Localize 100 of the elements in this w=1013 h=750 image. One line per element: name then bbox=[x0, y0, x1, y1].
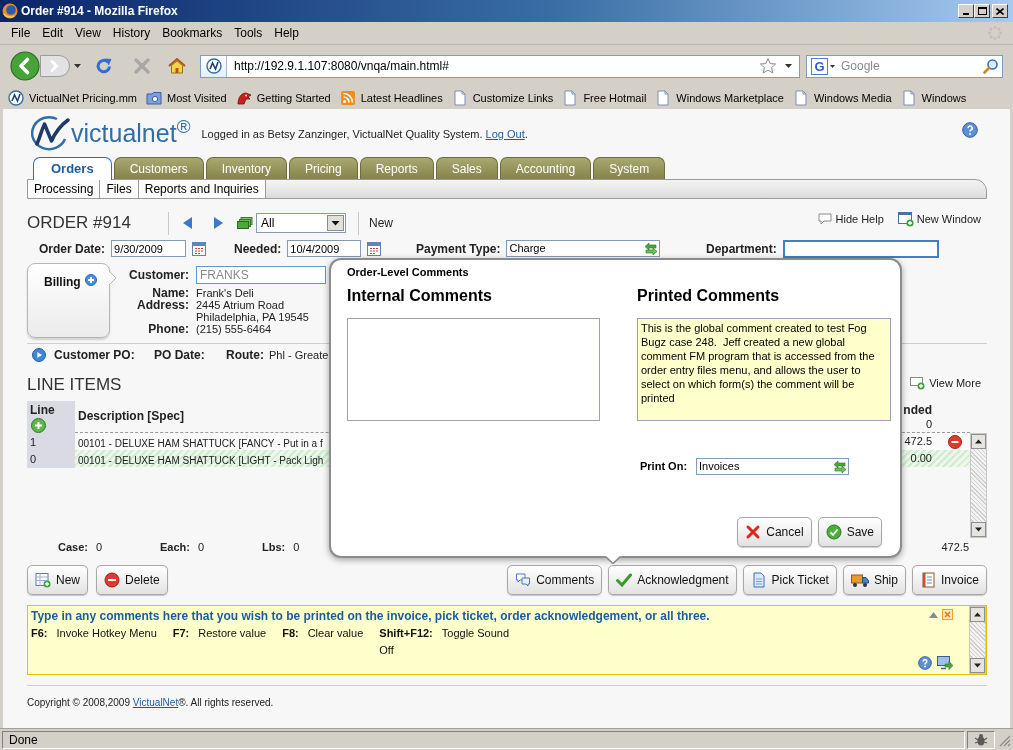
search-icon[interactable] bbox=[983, 58, 999, 74]
text-field[interactable] bbox=[782, 239, 939, 258]
logout-link[interactable]: Log Out bbox=[485, 128, 525, 141]
customer-field[interactable]: FRANKS bbox=[196, 266, 326, 284]
invoice-button[interactable]: Invoice bbox=[911, 565, 987, 595]
bookmark-link[interactable]: VictualNet Pricing.mm bbox=[8, 89, 137, 107]
swap-arrows-icon[interactable] bbox=[644, 241, 659, 256]
help-message: Type in any comments here that you wish to be printed on the invoice, pick ticket, order acknowledgement, or all three. bbox=[31, 609, 711, 624]
swap-arrows-icon[interactable] bbox=[833, 459, 848, 474]
scrollbar[interactable] bbox=[969, 606, 986, 674]
printed-comments-field[interactable]: This is the global comment created to test Fog Bugz case 248. Jeff created a new global comment FM program that is accessed from the order entry files menu, and allows the user to select on which form(s) the comment will be printed bbox=[637, 318, 891, 421]
lookup-field[interactable]: Charge bbox=[506, 240, 661, 257]
search-engine-button[interactable]: G bbox=[811, 57, 828, 75]
maximize-button[interactable] bbox=[974, 4, 990, 18]
dinosaur-head-icon bbox=[235, 90, 252, 106]
page-icon bbox=[655, 90, 672, 106]
column-header: nded bbox=[903, 403, 932, 417]
previous-arrow-icon[interactable] bbox=[183, 217, 193, 229]
menu-item[interactable]: View bbox=[69, 24, 107, 42]
section-heading: Printed Comments bbox=[637, 287, 781, 305]
acknowledgment-button[interactable]: Acknowledgment bbox=[608, 565, 737, 595]
bookmark-link[interactable]: Getting Started bbox=[235, 89, 331, 107]
field-label: Phone: bbox=[147, 323, 189, 335]
section-title: LINE ITEMS bbox=[27, 374, 122, 397]
subnav-tab[interactable]: Files bbox=[100, 180, 139, 198]
menu-item[interactable]: History bbox=[106, 24, 157, 42]
x-icon bbox=[745, 524, 762, 540]
company-link[interactable]: VictualNet bbox=[132, 697, 179, 708]
field-value: 0 bbox=[293, 539, 300, 555]
bookmark-link[interactable]: Latest Headlines bbox=[339, 89, 443, 107]
print-on-field[interactable]: Invoices bbox=[696, 458, 850, 475]
folder-icon bbox=[146, 90, 162, 106]
menu-item[interactable]: Tools bbox=[228, 24, 269, 42]
new-button[interactable]: New bbox=[27, 565, 88, 595]
field-value: Frank's Deli bbox=[196, 287, 255, 299]
order-title: ORDER #914 bbox=[27, 213, 131, 233]
search-field[interactable]: G Google bbox=[806, 54, 1003, 78]
bookmark-link[interactable]: Free Hotmail bbox=[562, 89, 647, 107]
scrollbar[interactable] bbox=[970, 433, 987, 538]
help-icon[interactable] bbox=[962, 122, 978, 138]
calendar-icon[interactable] bbox=[192, 241, 207, 256]
collapse-arrow-icon[interactable] bbox=[929, 611, 938, 618]
field-label: Needed: bbox=[234, 240, 282, 258]
date-field[interactable]: 9/30/2009 bbox=[111, 240, 187, 257]
close-button[interactable] bbox=[992, 4, 1008, 18]
grand-total: 472.5 bbox=[941, 539, 969, 555]
line-number: 1 bbox=[30, 435, 37, 451]
dropdown-arrow-icon[interactable] bbox=[830, 64, 835, 68]
save-button[interactable]: Save bbox=[817, 517, 882, 547]
plus-circle-icon[interactable] bbox=[84, 274, 97, 286]
home-icon[interactable] bbox=[168, 57, 186, 75]
minus-circle-icon[interactable] bbox=[948, 434, 962, 449]
field-label: Name: bbox=[151, 287, 189, 299]
nav-tab[interactable]: Orders bbox=[33, 157, 112, 180]
hide-help-link[interactable]: Hide Help bbox=[817, 211, 884, 228]
view-more-link[interactable]: View More bbox=[910, 374, 981, 392]
help-icon[interactable] bbox=[918, 656, 932, 670]
filter-select[interactable]: All bbox=[256, 213, 346, 233]
field-label: Case: bbox=[58, 539, 88, 555]
pick-ticket-button[interactable]: Pick Ticket bbox=[742, 565, 837, 595]
checkmark-icon bbox=[616, 572, 633, 588]
address-bar[interactable]: http://192.9.1.107:8080/vnqa/main.html# bbox=[200, 54, 800, 78]
dropdown-arrow-icon[interactable] bbox=[74, 64, 81, 68]
dialog-title: Order-Level Comments bbox=[347, 266, 470, 279]
bookmark-link[interactable]: Windows bbox=[900, 89, 967, 107]
field-value: 0 bbox=[197, 539, 205, 555]
bookmark-link[interactable]: Customize Links bbox=[451, 89, 554, 107]
next-arrow-icon[interactable] bbox=[213, 217, 223, 229]
ship-button[interactable]: Ship bbox=[842, 565, 906, 595]
hotkey-key: F8: bbox=[282, 625, 308, 642]
subnav-tab[interactable]: Reports and Inquiries bbox=[138, 180, 266, 198]
window-title: Order #914 - Mozilla Firefox bbox=[21, 3, 178, 20]
menu-item[interactable]: Bookmarks bbox=[156, 24, 229, 42]
new-window-link[interactable]: New Window bbox=[897, 211, 981, 228]
minimize-button[interactable] bbox=[958, 4, 974, 18]
menu-item[interactable]: File bbox=[5, 24, 37, 42]
menu-item[interactable]: Edit bbox=[36, 24, 70, 42]
plus-circle-icon[interactable] bbox=[31, 418, 46, 433]
cancel-button[interactable]: Cancel bbox=[737, 517, 812, 547]
copyright-text: Copyright © 2008,2009 VictualNet®. All rights reserved. bbox=[27, 697, 275, 709]
notebook-icon bbox=[919, 572, 936, 588]
date-field[interactable]: 10/4/2009 bbox=[287, 240, 362, 257]
section-heading: Internal Comments bbox=[347, 287, 493, 305]
comments-button[interactable]: Comments bbox=[507, 565, 603, 595]
internal-comments-field[interactable] bbox=[347, 318, 600, 421]
back-icon[interactable] bbox=[10, 51, 40, 81]
delete-button[interactable]: Delete bbox=[96, 565, 168, 595]
bookmark-link[interactable]: Windows Media bbox=[792, 89, 892, 107]
bookmark-link[interactable]: Most Visited bbox=[146, 89, 227, 107]
bookmark-link[interactable]: Windows Marketplace bbox=[655, 89, 784, 107]
new-link[interactable]: New bbox=[369, 214, 393, 232]
hotkey-key: Shift+F12: bbox=[379, 625, 442, 642]
menu-item[interactable]: Help bbox=[268, 24, 305, 42]
field-label: Lbs: bbox=[262, 539, 286, 555]
dropdown-arrow-icon[interactable] bbox=[785, 64, 792, 68]
reload-icon[interactable] bbox=[95, 57, 113, 75]
globe-icon bbox=[2, 3, 18, 19]
subnav-tab[interactable]: Processing bbox=[28, 180, 101, 198]
play-circle-icon[interactable] bbox=[32, 348, 46, 362]
calendar-icon[interactable] bbox=[367, 241, 382, 256]
